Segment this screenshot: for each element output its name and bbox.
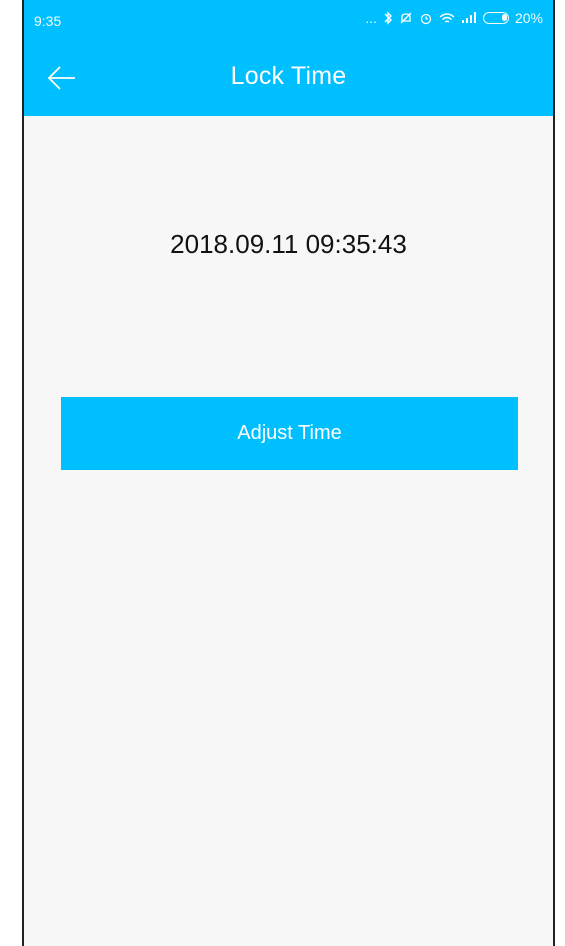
adjust-time-button[interactable]: Adjust Time: [61, 397, 518, 470]
battery-percent: 20%: [514, 10, 543, 26]
wifi-icon: [439, 12, 455, 25]
alarm-icon: [419, 11, 433, 25]
silent-icon: [399, 11, 413, 25]
signal-icon: [461, 12, 477, 24]
more-dots-icon: ...: [365, 10, 377, 26]
page-title: Lock Time: [230, 62, 347, 90]
top-bar: 9:35 ... 20% Lock Time: [24, 0, 553, 116]
screen: 9:35 ... 20% Lock Time 2018.09.11 09:35:…: [22, 0, 555, 946]
status-bar: 9:35 ... 20%: [24, 0, 553, 40]
status-icons: ... 20%: [365, 10, 543, 26]
lock-datetime: 2018.09.11 09:35:43: [170, 229, 407, 259]
app-bar: Lock Time: [24, 40, 553, 116]
status-time: 9:35: [34, 13, 62, 29]
bluetooth-icon: [383, 11, 393, 25]
battery-icon: [482, 12, 509, 24]
device: 9:35 ... 20% Lock Time 2018.09.11 09:35:…: [0, 0, 565, 946]
